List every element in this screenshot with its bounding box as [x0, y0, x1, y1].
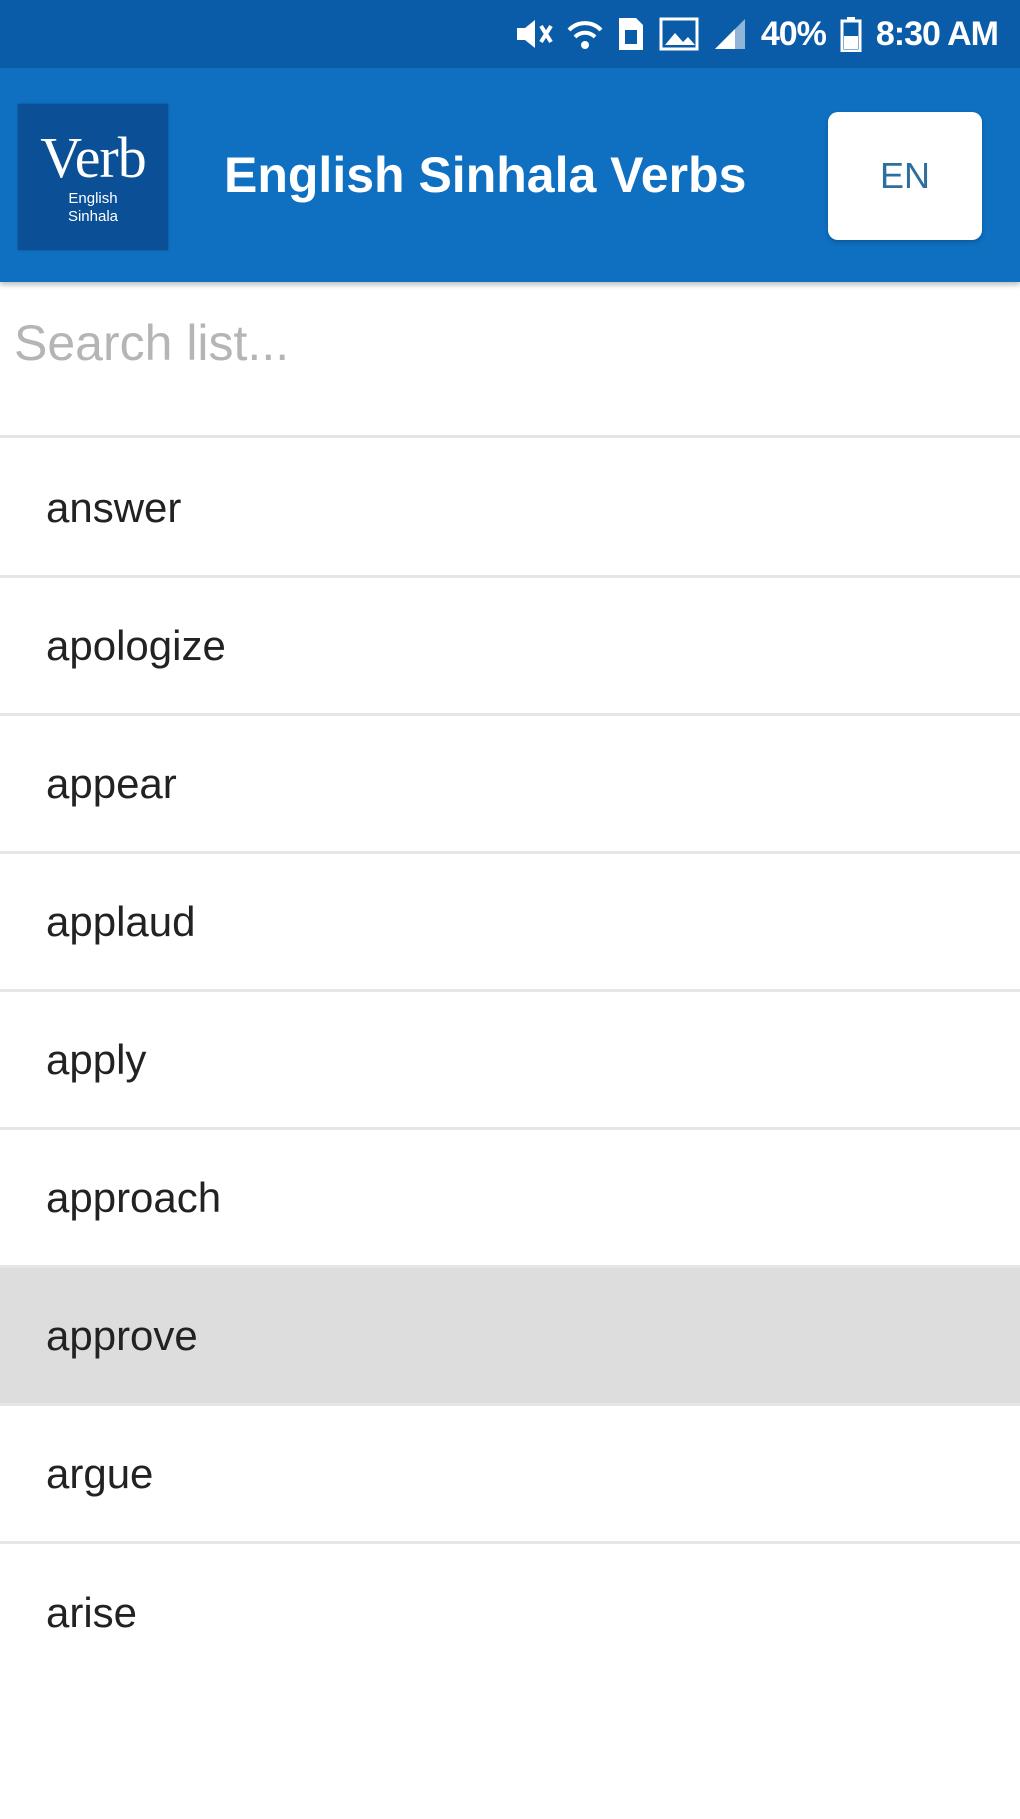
- logo-subtitle-sinhala: Sinhala: [67, 208, 119, 225]
- verb-label: appear: [46, 759, 177, 807]
- verb-label: apply: [46, 1035, 147, 1083]
- verb-label: answer: [46, 483, 182, 531]
- logo-word: Verb: [40, 125, 147, 190]
- verb-list-item[interactable]: approve: [0, 1268, 1020, 1406]
- verb-list-item[interactable]: arise: [0, 1544, 1020, 1682]
- app-title: English Sinhala Verbs: [224, 147, 747, 203]
- verb-label: applaud: [46, 897, 196, 945]
- verb-list-item[interactable]: approach: [0, 1130, 1020, 1268]
- signal-icon: [713, 17, 747, 51]
- verb-label: argue: [46, 1449, 154, 1497]
- search-input[interactable]: [14, 308, 994, 378]
- verb-label: apologize: [46, 621, 226, 669]
- search-bar: [0, 282, 1020, 438]
- verb-list: answer apologize appear applaud apply approac…: [0, 440, 1020, 1682]
- logo-subtitle-english: English: [68, 190, 118, 207]
- verb-list-item[interactable]: appear: [0, 716, 1020, 854]
- verb-label: approve: [46, 1311, 198, 1359]
- verb-label: arise: [46, 1589, 138, 1636]
- wifi-icon: [567, 18, 603, 50]
- mute-icon: [513, 16, 553, 52]
- status-bar: 40% 8:30 AM: [0, 0, 1020, 68]
- verb-list-item[interactable]: apply: [0, 992, 1020, 1130]
- clock: 8:30 AM: [875, 14, 999, 53]
- battery-icon: [840, 16, 862, 52]
- app-bar: Verb English Sinhala English Sinhala Ver…: [0, 68, 1020, 282]
- image-icon: [659, 16, 699, 52]
- status-icons: 40% 8:30 AM: [513, 0, 999, 68]
- verb-list-item[interactable]: applaud: [0, 854, 1020, 992]
- language-toggle-button[interactable]: EN: [828, 112, 982, 240]
- verb-list-item[interactable]: answer: [0, 440, 1020, 578]
- verb-list-item[interactable]: apologize: [0, 578, 1020, 716]
- sim-icon: [617, 16, 645, 52]
- verb-label: approach: [46, 1173, 222, 1221]
- battery-percent: 40%: [760, 14, 827, 53]
- app-logo: Verb English Sinhala: [18, 104, 168, 250]
- verb-list-item[interactable]: argue: [0, 1406, 1020, 1544]
